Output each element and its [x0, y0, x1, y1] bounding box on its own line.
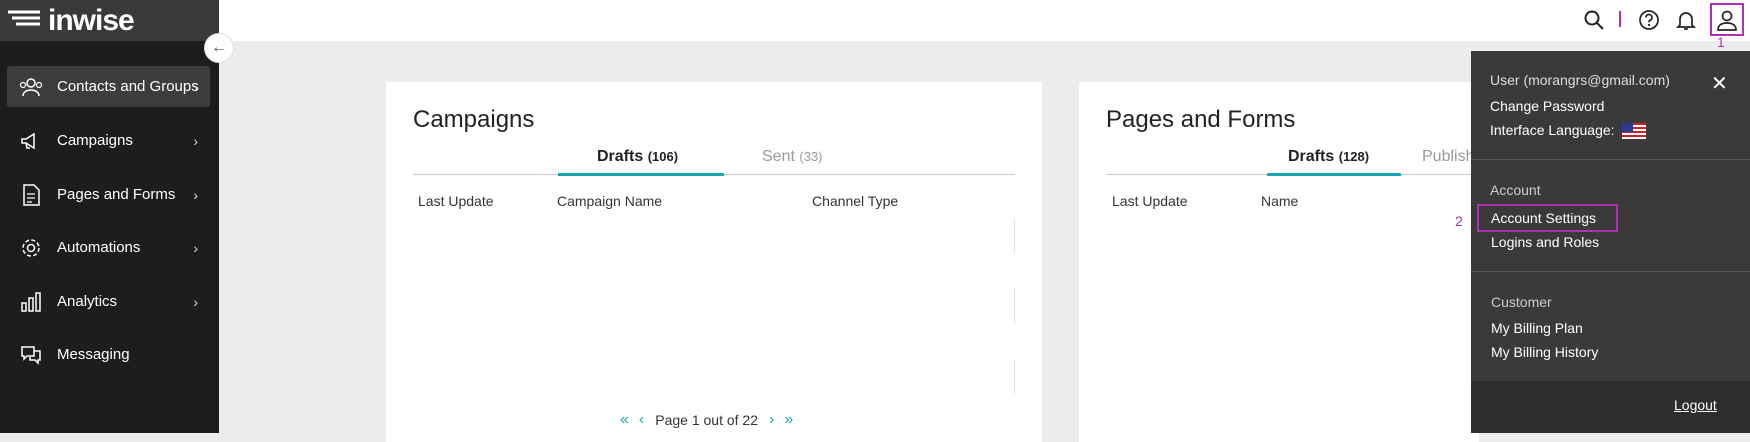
account-heading: Account — [1490, 182, 1541, 198]
row-divider — [1014, 218, 1015, 254]
menu-footer: Logout — [1471, 381, 1750, 433]
card-title: Campaigns — [413, 106, 535, 133]
tab-label: Drafts — [1288, 148, 1335, 165]
user-menu-button[interactable] — [1710, 3, 1744, 36]
menu-divider — [1471, 159, 1750, 160]
tab-label: Publish — [1422, 148, 1475, 165]
user-email: User (morangrs@gmail.com) — [1490, 72, 1670, 88]
search-icon[interactable] — [1582, 8, 1606, 32]
us-flag-icon — [1622, 123, 1647, 140]
annotation-2: 2 — [1455, 213, 1463, 229]
active-tab-underline — [558, 173, 724, 176]
megaphone-icon — [21, 132, 35, 149]
row-divider — [1014, 359, 1015, 395]
logo-mark-icon — [8, 10, 40, 25]
pages-and-forms-card: Pages and Forms Drafts (128) Publish Las… — [1079, 82, 1479, 442]
campaigns-card: Campaigns Drafts (106) Sent (33) Last Up… — [386, 82, 1042, 442]
chevron-right-icon: › — [193, 239, 198, 256]
arrow-left-icon: ← — [211, 39, 227, 56]
sidebar-item-label: Pages and Forms — [57, 186, 176, 203]
bell-icon[interactable] — [1674, 8, 1698, 32]
column-header-name[interactable]: Name — [1261, 193, 1298, 209]
column-header-last-update[interactable]: Last Update — [418, 193, 494, 209]
close-icon[interactable]: ✕ — [1711, 71, 1728, 96]
card-title: Pages and Forms — [1106, 106, 1296, 133]
sidebar-item-pages-and-forms[interactable]: Pages and Forms › — [7, 174, 210, 215]
tab-label: Drafts — [597, 148, 644, 165]
document-icon — [23, 183, 40, 206]
help-icon[interactable] — [1637, 8, 1661, 32]
annotation-1: 1 — [1717, 34, 1725, 50]
collapse-sidebar-button[interactable]: ← — [204, 33, 234, 63]
sidebar-item-label: Analytics — [57, 293, 118, 310]
gear-icon — [22, 238, 40, 257]
logins-and-roles-link[interactable]: Logins and Roles — [1491, 234, 1599, 250]
account-settings-link[interactable]: Account Settings — [1491, 210, 1596, 226]
next-page-icon[interactable]: › — [769, 411, 774, 429]
sidebar-item-label: Campaigns — [57, 132, 133, 149]
interface-language-link[interactable]: Interface Language: — [1490, 122, 1647, 140]
sidebar-item-label: Messaging — [57, 346, 130, 363]
sidebar-item-label: Contacts and Groups — [57, 78, 199, 95]
sidebar-item-messaging[interactable]: Messaging — [7, 334, 210, 375]
tab-drafts[interactable]: Drafts (106) — [597, 148, 678, 166]
sidebar: inwise Contacts and Groups › Campaigns ›… — [0, 0, 219, 433]
sidebar-item-campaigns[interactable]: Campaigns › — [7, 120, 210, 161]
sidebar-item-automations[interactable]: Automations › — [7, 227, 210, 268]
row-divider — [1014, 288, 1015, 324]
users-icon — [19, 77, 43, 96]
pagination: « ‹ Page 1 out of 22 › » — [615, 411, 798, 429]
logout-link[interactable]: Logout — [1674, 397, 1717, 413]
chat-icon — [21, 345, 41, 365]
interface-language-label: Interface Language: — [1490, 122, 1615, 138]
tab-drafts[interactable]: Drafts (128) — [1288, 148, 1369, 166]
chevron-right-icon: › — [193, 78, 198, 95]
billing-history-link[interactable]: My Billing History — [1491, 344, 1598, 360]
column-header-last-update[interactable]: Last Update — [1112, 193, 1188, 209]
sidebar-item-label: Automations — [57, 239, 141, 256]
previous-page-icon[interactable]: ‹ — [639, 411, 644, 429]
customer-heading: Customer — [1491, 294, 1552, 310]
first-page-icon[interactable]: « — [620, 411, 629, 429]
change-password-link[interactable]: Change Password — [1490, 98, 1604, 114]
sidebar-item-analytics[interactable]: Analytics › — [7, 281, 210, 322]
tab-published[interactable]: Publish — [1422, 148, 1474, 166]
tab-count: (33) — [799, 149, 823, 164]
column-header-campaign-name[interactable]: Campaign Name — [557, 193, 662, 209]
last-page-icon[interactable]: » — [784, 411, 793, 429]
user-menu-dropdown: User (morangrs@gmail.com) ✕ Change Passw… — [1471, 51, 1750, 433]
chevron-right-icon: › — [193, 186, 198, 203]
column-header-channel-type[interactable]: Channel Type — [812, 193, 898, 209]
divider — [1619, 11, 1621, 27]
menu-divider — [1471, 271, 1750, 272]
active-tab-underline — [1267, 173, 1401, 176]
logo[interactable]: inwise — [48, 4, 135, 38]
sidebar-item-contacts-and-groups[interactable]: Contacts and Groups › — [7, 66, 210, 107]
user-icon — [1717, 10, 1737, 31]
chevron-right-icon: › — [193, 293, 198, 310]
top-bar — [219, 0, 1750, 41]
tab-count: (128) — [1338, 149, 1370, 164]
page-indicator: Page 1 out of 22 — [655, 412, 758, 428]
tab-count: (106) — [647, 149, 679, 164]
chevron-right-icon: › — [193, 132, 198, 149]
bar-chart-icon — [21, 291, 41, 312]
tab-sent[interactable]: Sent (33) — [762, 148, 823, 166]
logo-bar: inwise — [0, 0, 219, 41]
tab-label: Sent — [762, 148, 795, 165]
billing-plan-link[interactable]: My Billing Plan — [1491, 320, 1583, 336]
